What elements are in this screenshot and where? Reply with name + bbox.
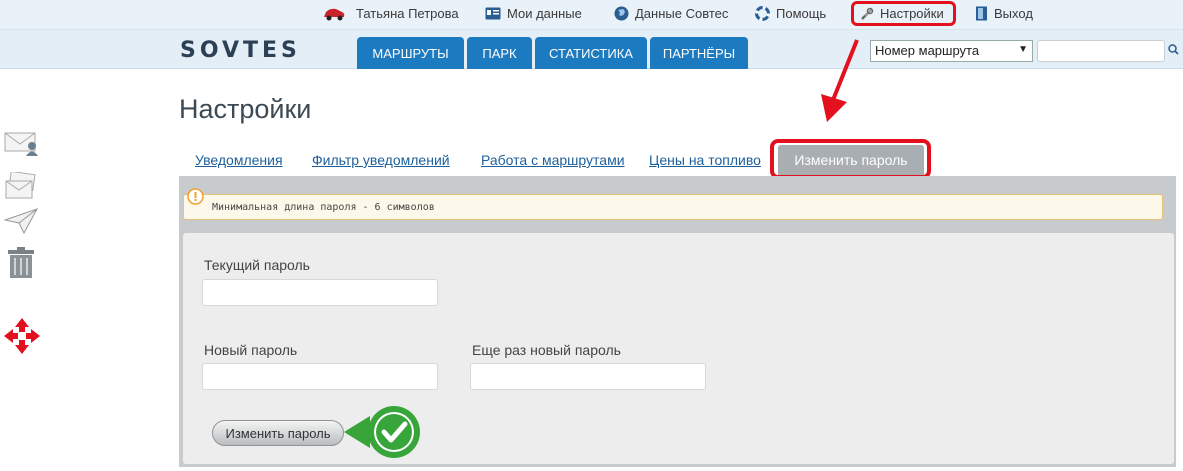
dropdown-caret-icon: ▼ <box>1018 44 1028 55</box>
search-type-value: Номер маршрута <box>875 43 980 58</box>
notice-text: Минимальная длина пароля - 6 символов <box>212 202 435 213</box>
tab-statistics[interactable]: СТАТИСТИКА <box>535 37 647 69</box>
subtab-routes-work[interactable]: Работа с маршрутами <box>481 152 625 168</box>
settings-highlight <box>851 1 956 26</box>
current-password-input[interactable] <box>202 279 438 306</box>
green-check-arrow-icon <box>344 406 420 458</box>
tab-park[interactable]: ПАРК <box>467 37 532 69</box>
mail-person-icon[interactable] <box>4 130 38 156</box>
repeat-password-label: Еще раз новый пароль <box>472 342 621 358</box>
header: SOVTES МАРШРУТЫ ПАРК СТАТИСТИКА ПАРТНЁРЫ… <box>0 30 1183 69</box>
logout-label: Выход <box>994 6 1033 21</box>
password-notice: Минимальная длина пароля - 6 символов <box>183 194 1163 220</box>
current-password-label: Текущий пароль <box>204 257 310 273</box>
annotation-red-arrow-icon <box>821 39 859 122</box>
company-data-label: Данные Совтес <box>635 6 729 21</box>
paper-plane-icon[interactable] <box>4 208 38 234</box>
help-label: Помощь <box>776 6 827 21</box>
tab-routes[interactable]: МАРШРУТЫ <box>357 37 464 69</box>
globe-icon <box>614 6 629 21</box>
envelopes-icon[interactable] <box>4 172 38 200</box>
new-password-label: Новый пароль <box>204 342 298 358</box>
subtab-notifications[interactable]: Уведомления <box>195 152 283 168</box>
move-arrows-icon[interactable] <box>4 318 40 354</box>
trash-icon[interactable] <box>8 247 34 279</box>
sovtes-logo[interactable]: SOVTES <box>180 38 301 63</box>
change-password-highlight <box>770 139 931 179</box>
tab-partners[interactable]: ПАРТНЁРЫ <box>650 37 748 69</box>
search-type-select[interactable]: Номер маршрута ▼ <box>870 40 1033 62</box>
company-data-link[interactable]: Данные Совтес <box>614 6 728 21</box>
user-name: Татьяна Петрова <box>356 6 459 21</box>
page-title: Настройки <box>179 94 312 124</box>
new-password-input[interactable] <box>202 363 438 390</box>
user-profile-link[interactable]: Татьяна Петрова <box>322 6 459 21</box>
subtab-fuel-prices[interactable]: Цены на топливо <box>649 152 761 168</box>
repeat-password-input[interactable] <box>470 363 706 390</box>
subtab-notification-filter[interactable]: Фильтр уведомлений <box>312 152 450 168</box>
search-input[interactable] <box>1037 40 1165 62</box>
warning-icon <box>187 188 204 205</box>
change-password-button[interactable]: Изменить пароль <box>212 420 344 446</box>
my-data-link[interactable]: Мои данные <box>485 6 582 21</box>
my-data-label: Мои данные <box>507 6 582 21</box>
top-bar: Татьяна Петрова Мои данные Данные Совтес… <box>0 0 1183 30</box>
lifebuoy-icon <box>755 6 770 21</box>
search-icon[interactable] <box>1168 44 1179 55</box>
logout-link[interactable]: Выход <box>975 6 1033 21</box>
help-link[interactable]: Помощь <box>755 6 826 21</box>
door-icon <box>976 6 987 21</box>
id-card-icon <box>485 7 501 20</box>
car-avatar-icon <box>324 8 345 20</box>
